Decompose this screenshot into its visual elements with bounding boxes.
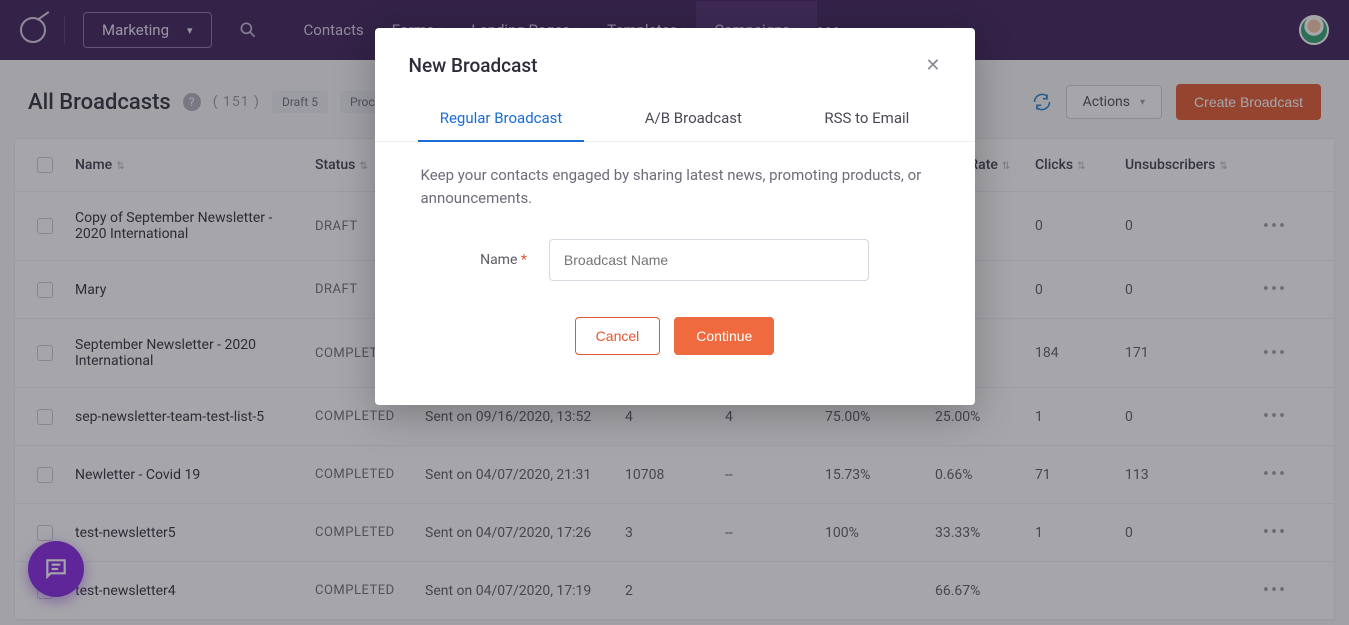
close-icon[interactable]: ✕: [925, 55, 940, 76]
modal-tab[interactable]: RSS to Email: [816, 95, 917, 141]
modal-tab[interactable]: Regular Broadcast: [432, 95, 571, 141]
modal-title: New Broadcast: [409, 54, 538, 77]
broadcast-name-input[interactable]: [549, 239, 869, 281]
new-broadcast-modal: New Broadcast ✕ Regular Broadcast A/B Bro…: [375, 28, 975, 405]
modal-helper-text: Keep your contacts engaged by sharing la…: [421, 164, 929, 211]
cancel-button[interactable]: Cancel: [575, 317, 661, 355]
modal-tab[interactable]: A/B Broadcast: [637, 95, 750, 141]
modal-tabs: Regular Broadcast A/B Broadcast RSS to Ema…: [375, 95, 975, 142]
name-field-label: Name *: [480, 252, 527, 268]
continue-button[interactable]: Continue: [674, 317, 774, 355]
